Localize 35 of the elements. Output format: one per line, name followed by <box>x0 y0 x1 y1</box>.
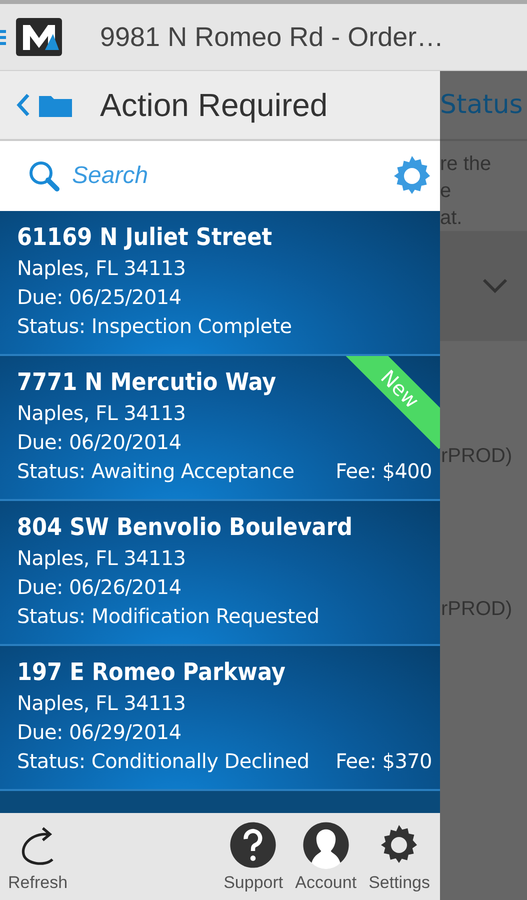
order-due: Due: 06/20/2014 <box>17 429 182 456</box>
order-address: 61169 N Juliet Street <box>17 223 272 251</box>
order-status: Status: Modification Requested <box>17 603 320 630</box>
screen-title: 9981 N Romeo Rd - Order… <box>100 22 444 52</box>
order-status: Status: Awaiting Acceptance <box>17 458 294 485</box>
order-city: Naples, FL 34113 <box>17 690 187 717</box>
order-status: Status: Conditionally Declined <box>17 748 310 775</box>
tab-label: Status <box>440 90 523 120</box>
settings-button[interactable]: Settings <box>368 820 430 892</box>
order-status: Status: Inspection Complete <box>17 313 292 340</box>
back-icon[interactable] <box>16 93 30 117</box>
order-due: Due: 06/26/2014 <box>17 574 182 601</box>
order-fee: Fee: $370 <box>336 748 432 775</box>
refresh-button[interactable]: Refresh <box>8 820 68 892</box>
order-due: Due: 06/29/2014 <box>17 719 182 746</box>
search-field[interactable]: Search <box>70 161 374 191</box>
order-city: Naples, FL 34113 <box>17 255 187 282</box>
order-address: 197 E Romeo Parkway <box>17 658 286 686</box>
order-card[interactable]: 61169 N Juliet Street Naples, FL 34113 Due: 06/25/2014 Status: Inspection Complete <box>0 211 440 356</box>
logo-icon <box>15 17 63 57</box>
order-address: 804 SW Benvolio Boulevard <box>17 513 352 541</box>
search-icon <box>28 160 60 192</box>
order-city: Naples, FL 34113 <box>17 545 187 572</box>
drawer-title: Action Required <box>100 86 328 124</box>
account-icon <box>302 820 350 868</box>
order-card[interactable]: 197 E Romeo Parkway Naples, FL 34113 Due: 06/29/2014 Status: Conditionally Declined Fee: $370 <box>0 646 440 791</box>
order-card[interactable]: 804 SW Benvolio Boulevard Naples, FL 34113 Due: 06/26/2014 Status: Modification Requested <box>0 501 440 646</box>
menu-icon[interactable] <box>0 30 6 44</box>
account-button[interactable]: Account <box>295 820 357 892</box>
help-icon <box>229 820 278 868</box>
order-fee: Fee: $400 <box>336 458 432 485</box>
support-button[interactable]: Support <box>224 820 284 892</box>
chevron-icon <box>482 278 508 294</box>
order-due: Due: 06/25/2014 <box>17 284 182 311</box>
order-address: 7771 N Mercutio Way <box>17 368 276 396</box>
